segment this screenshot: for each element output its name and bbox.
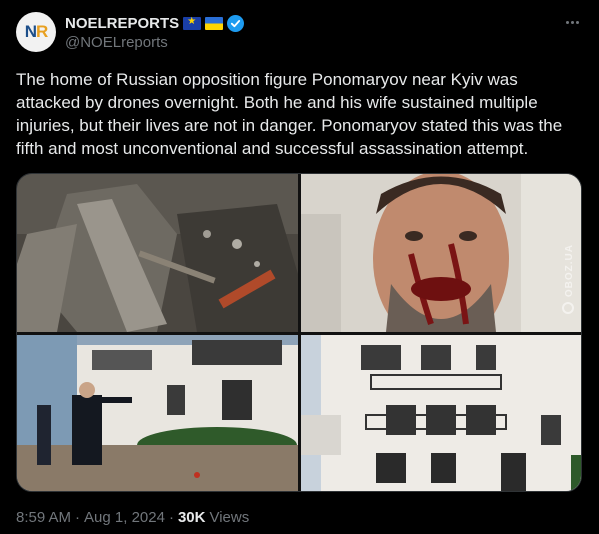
watermark-logo-icon — [562, 302, 574, 314]
house-facade-photo[interactable] — [301, 335, 581, 491]
tweet-date[interactable]: Aug 1, 2024 — [84, 509, 165, 526]
media-grid: OBOZ.UA — [16, 173, 582, 492]
views-label: Views — [209, 509, 250, 526]
selfie-photo[interactable]: OBOZ.UA — [301, 174, 581, 332]
avatar-logo: NR — [24, 22, 49, 41]
tweet-text: The home of Russian opposition figure Po… — [16, 70, 563, 158]
verified-badge-icon[interactable] — [227, 14, 245, 32]
investigators-photo[interactable] — [17, 335, 298, 491]
tweet-time[interactable]: 8:59 AM — [16, 509, 71, 526]
meta-separator: · — [168, 509, 174, 526]
debris-photo[interactable] — [17, 174, 298, 332]
author-display-name[interactable]: NOELREPORTS — [65, 15, 179, 32]
views-count: 30K — [177, 509, 206, 526]
eu-flag-icon — [183, 16, 202, 30]
author-handle[interactable]: @NOELreports — [65, 34, 168, 51]
author-name-row: NOELREPORTS — [65, 13, 245, 33]
tweet-card: NR NOELREPORTS @NOELreports The home of … — [0, 0, 599, 534]
ukraine-flag-icon — [205, 16, 224, 30]
more-options-icon[interactable] — [560, 12, 584, 32]
watermark-text: OBOZ.UA — [564, 244, 575, 298]
avatar[interactable]: NR — [16, 12, 56, 52]
tweet-meta: 8:59 AM · Aug 1, 2024 · 30K Views — [16, 509, 249, 526]
meta-separator: · — [75, 509, 81, 526]
